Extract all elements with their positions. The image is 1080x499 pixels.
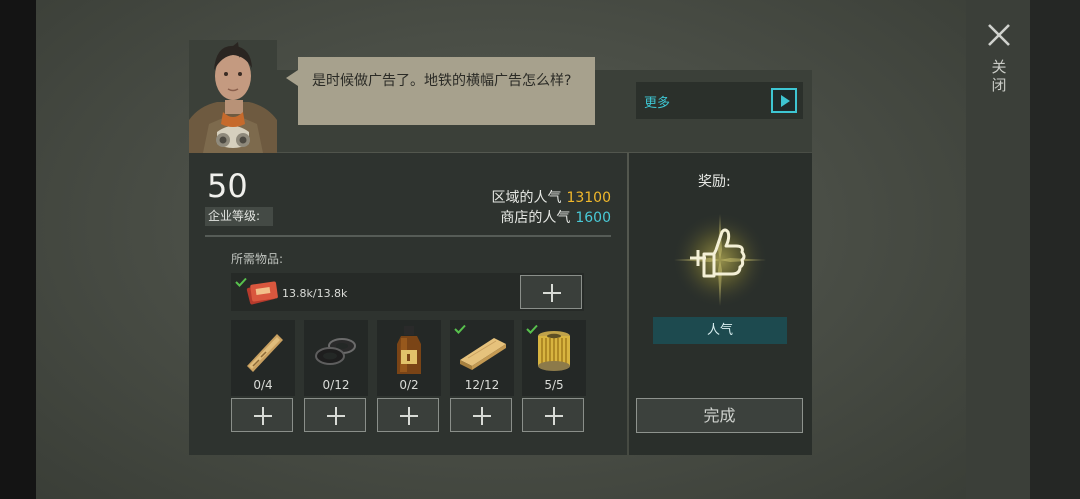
oil-filter-icon [538,331,570,371]
add-ticket-button[interactable] [520,275,582,309]
ticket-icon [246,281,278,305]
finish-button[interactable]: 完成 [636,398,803,433]
company-level-label: 企业等级: [205,207,273,226]
background-left-edge [0,0,36,499]
more-label: 更多 [644,96,671,111]
item-card-oil-filter[interactable]: 5/5 [522,320,586,396]
region-popularity-label: 区域的人气 [491,190,562,206]
region-popularity-value: 13100 [566,190,611,206]
add-wooden-plank-button[interactable] [450,398,512,432]
add-oil-filter-button[interactable] [522,398,584,432]
item-count: 0/4 [253,378,273,392]
shop-popularity: 商店的人气 1600 [500,209,611,227]
shop-popularity-label: 商店的人气 [500,210,571,226]
ticket-amount: 13.8k/13.8k [282,287,348,300]
close-label[interactable]: 关闭 [989,58,1009,94]
add-wooden-stick-button[interactable] [231,398,293,432]
oil-bottle-icon [397,326,421,374]
rubber-gasket-icon [315,338,356,365]
item-count: 5/5 [544,378,564,392]
reward-name: 人气 [653,317,787,344]
character-portrait [189,40,277,153]
item-card-wooden-stick[interactable]: 0/4 [231,320,295,396]
close-icon[interactable] [984,20,1014,50]
item-card-rubber-gasket[interactable]: 0/12 [304,320,368,396]
reward-title: 奖励: [698,174,731,190]
shop-popularity-value: 1600 [575,210,611,226]
region-popularity: 区域的人气 13100 [491,189,611,207]
wooden-stick-icon [247,334,283,372]
item-card-oil-bottle[interactable]: 0/2 [377,320,441,396]
item-count: 0/12 [322,378,350,392]
speech-bubble: 是时候做广告了。地铁的横幅广告怎么样? [298,57,595,125]
wooden-plank-icon [460,338,506,370]
item-card-wooden-plank[interactable]: 12/12 [450,320,514,396]
background-right-edge [1030,0,1080,499]
add-rubber-gasket-button[interactable] [304,398,366,432]
play-icon[interactable] [771,88,797,113]
speech-bubble-tail [286,70,298,86]
more-button[interactable]: 更多 [636,82,803,119]
item-count: 12/12 [464,378,500,392]
required-items-label: 所需物品: [231,252,284,266]
company-level-value: 50 [207,167,248,205]
item-count: 0/2 [399,378,419,392]
section-divider [205,235,611,237]
add-oil-bottle-button[interactable] [377,398,439,432]
plus-thumbs-up-icon [672,212,768,308]
